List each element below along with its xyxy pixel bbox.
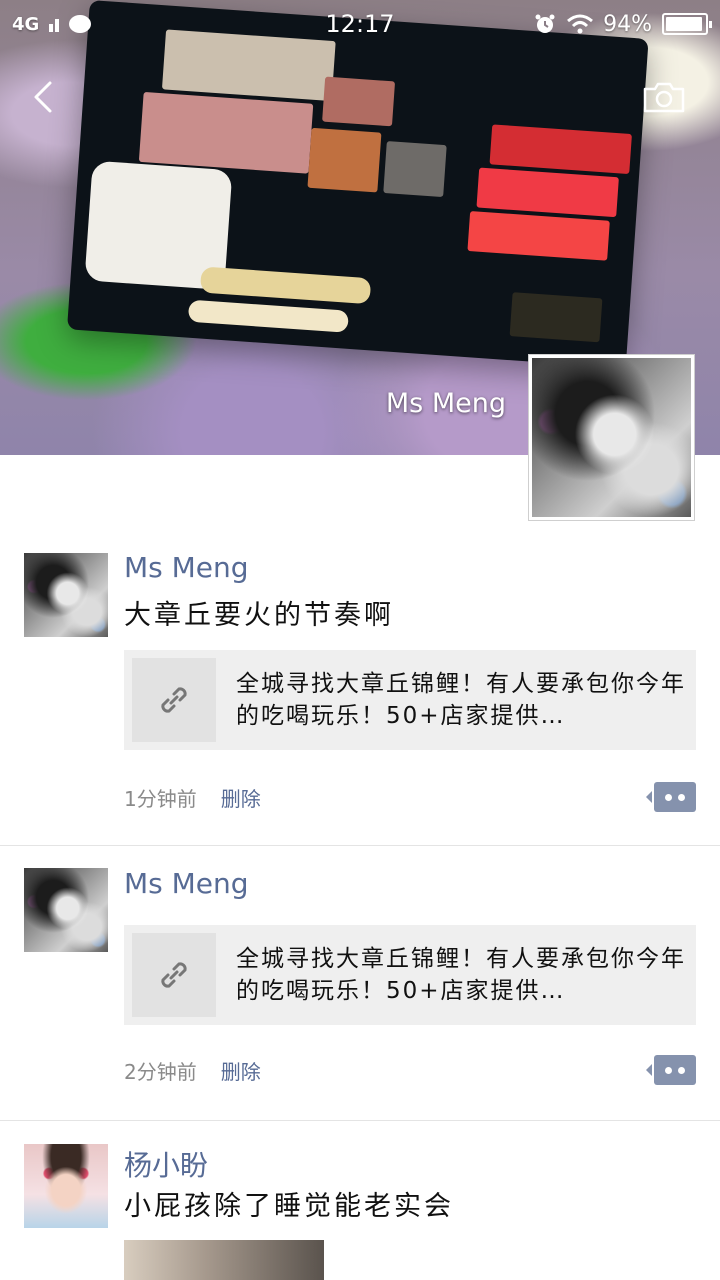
moment-post: Ms Meng 全城寻找大章丘锦鲤！有人要承包你今年的吃喝玩乐！50+店家提供…… [0, 846, 720, 1121]
post-time: 2分钟前 [124, 1060, 197, 1084]
comment-dot [665, 793, 672, 801]
palette-pan [489, 124, 632, 175]
palette-pan [467, 211, 610, 261]
avatar-image [532, 358, 691, 517]
palette-pan [307, 127, 382, 193]
post-author[interactable]: 杨小盼 [124, 1144, 208, 1184]
alarm-icon [535, 14, 555, 33]
battery-percent: 94% [603, 11, 652, 37]
palette-pan [383, 141, 447, 198]
post-text: 大章丘要火的节奏啊 [124, 600, 394, 631]
cover-photo-makeup-palette [66, 0, 649, 369]
link-title: 全城寻找大章丘锦鲤！有人要承包你今年的吃喝玩乐！50+店家提供… [236, 671, 686, 729]
link-title: 全城寻找大章丘锦鲤！有人要承包你今年的吃喝玩乐！50+店家提供… [236, 946, 686, 1004]
shared-link-card[interactable]: 全城寻找大章丘锦鲤！有人要承包你今年的吃喝玩乐！50+店家提供… [124, 925, 696, 1025]
palette-pan [476, 167, 619, 218]
link-thumbnail [132, 933, 216, 1017]
post-author[interactable]: Ms Meng [124, 551, 249, 584]
palette-pencil [199, 266, 372, 305]
comment-button[interactable] [646, 1055, 696, 1085]
post-text: 小屁孩除了睡觉能老实会 [124, 1191, 454, 1222]
camera-icon[interactable] [642, 80, 686, 114]
avatar-image [24, 1144, 108, 1228]
comment-dot [678, 793, 685, 801]
signal-icon [49, 16, 60, 32]
profile-avatar[interactable] [528, 354, 695, 521]
status-bar: 4G 12:17 94% [0, 0, 720, 48]
post-time: 1分钟前 [124, 787, 197, 811]
palette-pan [322, 76, 396, 127]
back-icon[interactable] [28, 80, 62, 114]
comment-button[interactable] [646, 782, 696, 812]
palette-pan [138, 91, 314, 174]
post-avatar[interactable] [24, 553, 108, 637]
comment-dot [665, 1066, 672, 1074]
moment-post: Ms Meng 大章丘要火的节奏啊 全城寻找大章丘锦鲤！有人要承包你今年的吃喝玩… [0, 521, 720, 846]
delete-button[interactable]: 删除 [221, 783, 261, 812]
post-avatar[interactable] [24, 1144, 108, 1228]
palette-pencil [187, 299, 349, 333]
network-type: 4G [12, 13, 40, 35]
link-icon [161, 687, 187, 713]
post-meta: 1分钟前 删除 [124, 783, 261, 812]
shared-link-card[interactable]: 全城寻找大章丘锦鲤！有人要承包你今年的吃喝玩乐！50+店家提供… [124, 650, 696, 750]
avatar-image [24, 553, 108, 637]
wifi-icon [567, 14, 594, 34]
palette-logo [509, 292, 603, 343]
avatar-image [24, 868, 108, 952]
link-thumbnail [132, 658, 216, 742]
post-meta: 2分钟前 删除 [124, 1056, 261, 1085]
post-avatar[interactable] [24, 868, 108, 952]
battery-icon [662, 13, 712, 35]
link-icon [161, 962, 187, 988]
message-notification-icon [69, 15, 92, 33]
post-author[interactable]: Ms Meng [124, 867, 249, 900]
comment-dot [678, 1066, 685, 1074]
moment-post: 杨小盼 小屁孩除了睡觉能老实会 [0, 1121, 720, 1280]
delete-button[interactable]: 删除 [221, 1056, 261, 1085]
profile-name: Ms Meng [385, 388, 506, 419]
post-image[interactable] [124, 1240, 324, 1280]
